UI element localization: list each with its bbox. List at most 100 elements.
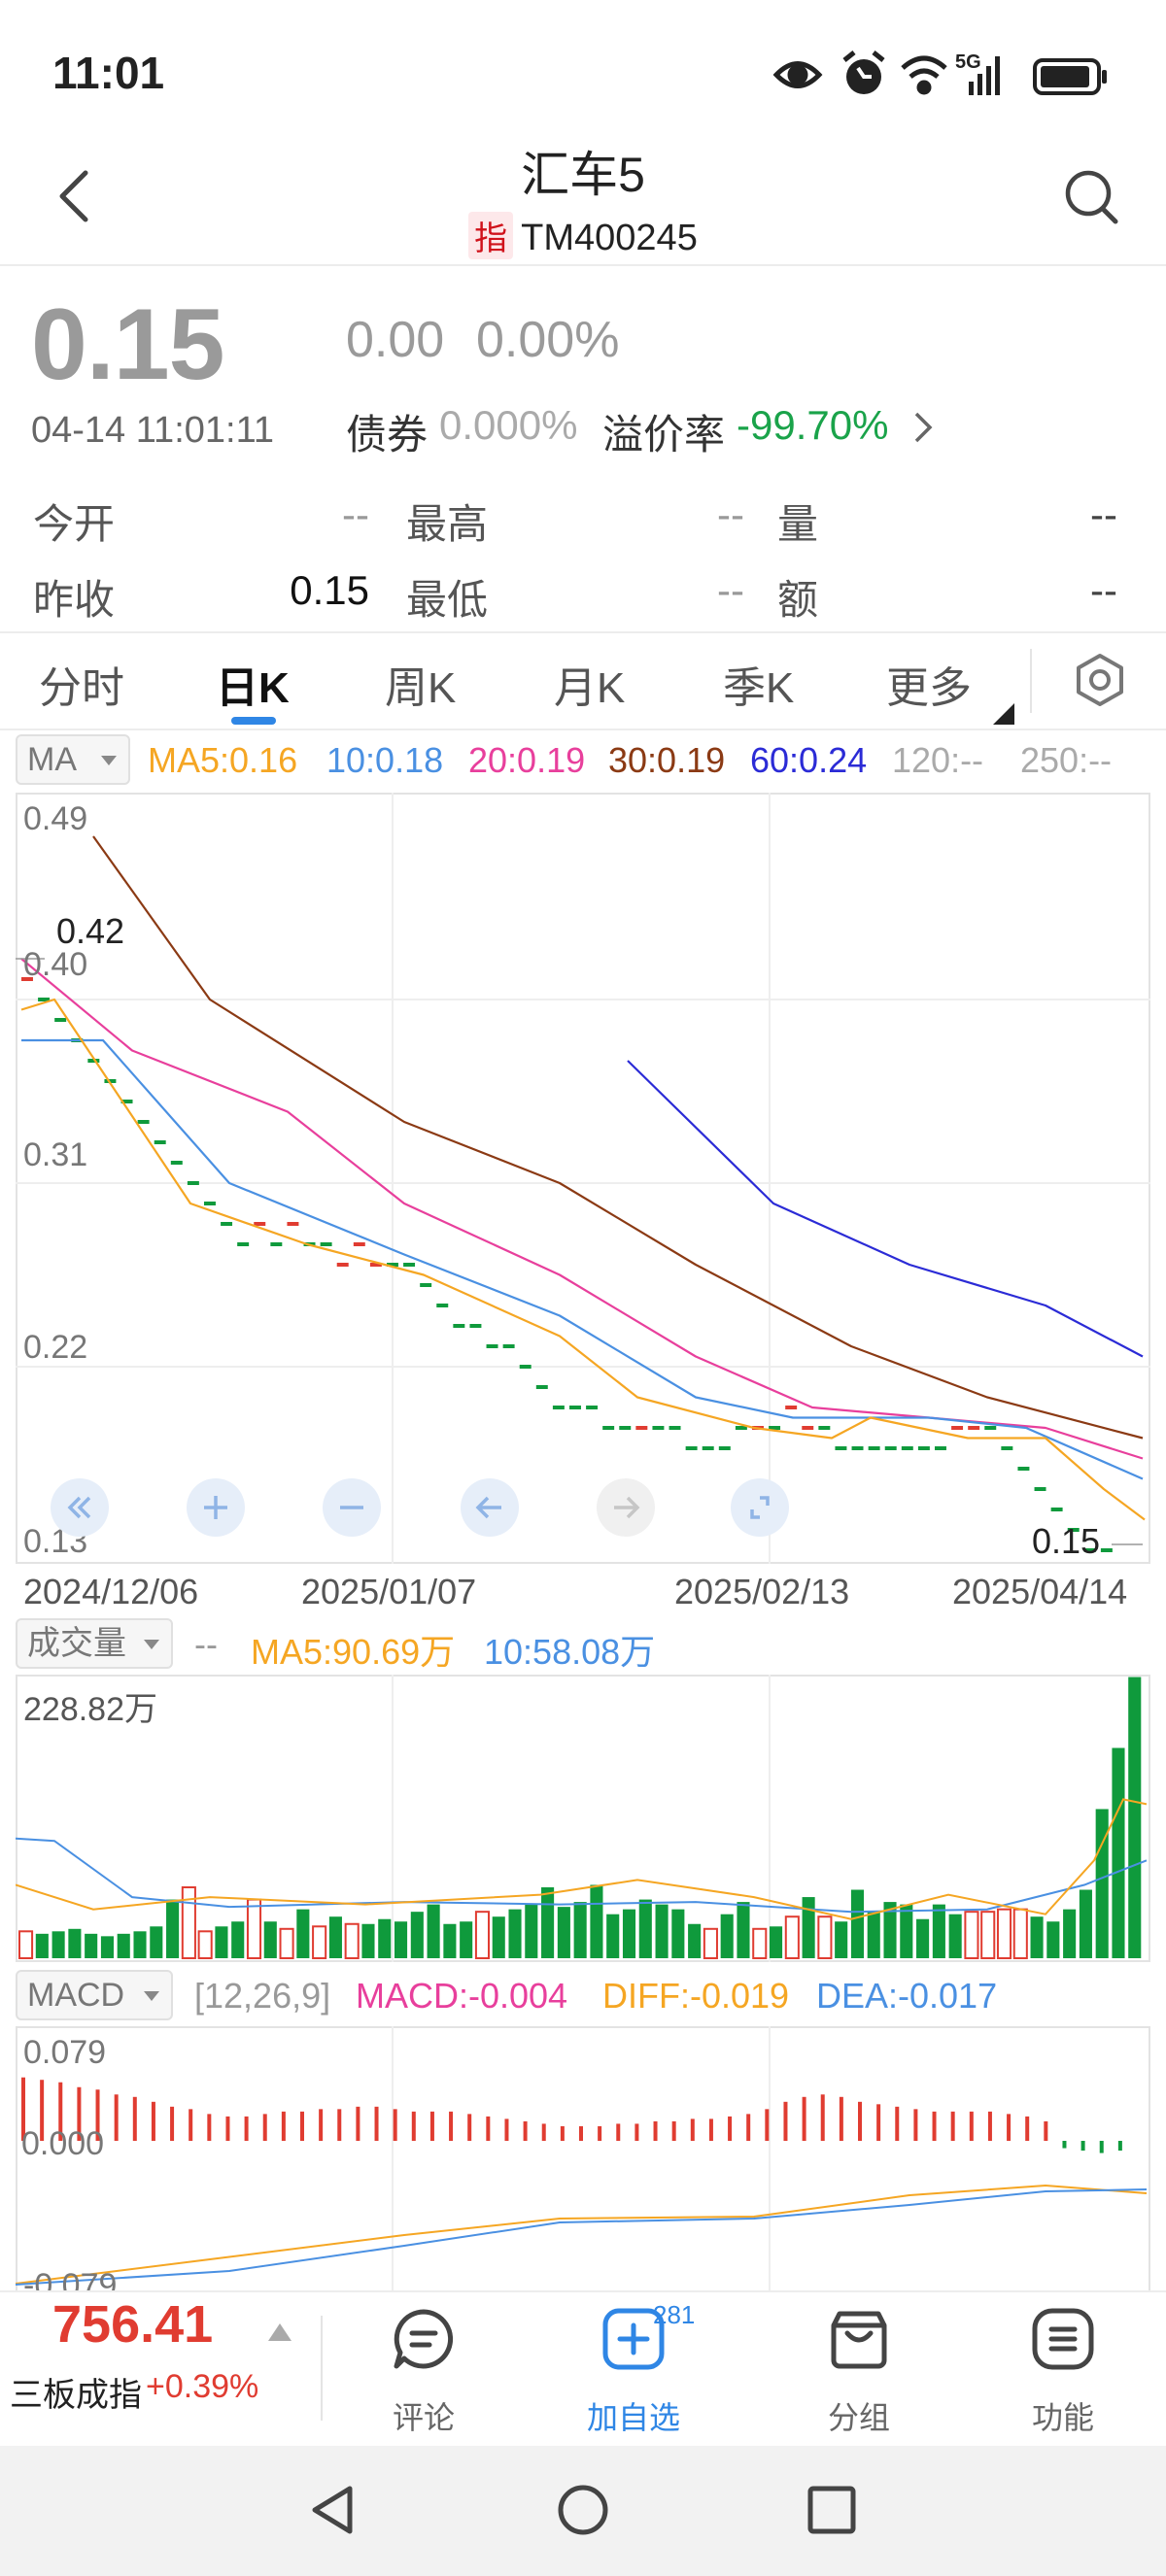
tab-weekly[interactable]: 周K xyxy=(385,653,456,715)
macd-bar xyxy=(1062,2141,1067,2149)
reset-zoom-button[interactable] xyxy=(731,1478,789,1537)
candle xyxy=(137,1120,150,1124)
open-label: 今开 xyxy=(33,501,116,547)
tab-more[interactable]: 更多 xyxy=(886,653,972,715)
macd-bar xyxy=(207,2114,212,2141)
open-value: -- xyxy=(342,491,369,537)
date-label-2: 2025/01/07 xyxy=(301,1572,477,1611)
macd-selector[interactable]: MACD xyxy=(16,1970,173,2020)
premium-value[interactable]: -99.70% xyxy=(737,402,888,449)
zoom-out-button[interactable] xyxy=(323,1478,381,1537)
volume-bar xyxy=(296,1909,310,1958)
macd-bar xyxy=(579,2125,583,2141)
candle xyxy=(320,1242,332,1246)
volume-bar xyxy=(1112,1747,1125,1958)
macd-bar xyxy=(802,2096,806,2141)
search-icon[interactable] xyxy=(1061,167,1119,225)
ma20-value: 20:0.19 xyxy=(468,740,586,780)
tab-monthly[interactable]: 月K xyxy=(554,653,625,715)
candle xyxy=(170,1161,183,1165)
nav-recents-icon[interactable] xyxy=(803,2481,861,2539)
volume-bar xyxy=(996,1908,1012,1960)
macd-chart[interactable] xyxy=(16,2026,1150,2290)
index-change: +0.39% xyxy=(146,2368,259,2405)
volume-bar xyxy=(427,1904,440,1958)
macd-bar xyxy=(356,2106,360,2141)
candle xyxy=(204,1202,216,1205)
nav-home-icon[interactable] xyxy=(554,2481,612,2539)
more-corner-icon xyxy=(993,703,1014,725)
volume-bar xyxy=(1030,1916,1044,1958)
candle xyxy=(1034,1487,1046,1491)
premium-label[interactable]: 溢价率 xyxy=(602,402,725,461)
group-label: 分组 xyxy=(827,2400,890,2435)
candle xyxy=(1100,1548,1113,1552)
volume-bar xyxy=(378,1918,392,1958)
volume-bar xyxy=(361,1923,375,1958)
volume-bar xyxy=(850,1889,865,1958)
scroll-start-button[interactable] xyxy=(51,1478,109,1537)
index-value[interactable]: 756.41 xyxy=(52,2294,213,2355)
macd-bar xyxy=(1080,2141,1085,2152)
macd-bar xyxy=(449,2111,454,2141)
settings-gear-icon[interactable] xyxy=(1073,653,1127,707)
volume-chart[interactable] xyxy=(16,1675,1150,1962)
candle xyxy=(353,1242,365,1246)
active-tab-indicator xyxy=(231,717,276,725)
candle xyxy=(935,1446,946,1450)
svg-text:5G: 5G xyxy=(955,51,981,73)
volume-bar xyxy=(1095,1809,1109,1958)
candle xyxy=(868,1446,880,1450)
volume-bar xyxy=(817,1915,833,1960)
candle xyxy=(1017,1467,1030,1471)
macd-bar xyxy=(839,2096,843,2141)
kline-y-label-3: 0.31 xyxy=(23,1136,88,1173)
volume-dash: -- xyxy=(194,1624,218,1664)
macd-bar xyxy=(393,2109,397,2141)
tab-daily[interactable]: 日K xyxy=(216,653,290,715)
candle xyxy=(685,1446,698,1450)
scroll-left-button[interactable] xyxy=(461,1478,519,1537)
zoom-in-button[interactable] xyxy=(187,1478,245,1537)
candle xyxy=(187,1181,199,1185)
candle xyxy=(586,1406,599,1409)
page-title: 汇车5 xyxy=(521,148,645,202)
scroll-right-button[interactable] xyxy=(597,1478,655,1537)
tab-quarterly[interactable]: 季K xyxy=(723,653,794,715)
macd-value: MACD:-0.004 xyxy=(356,1976,568,2016)
candle xyxy=(917,1446,930,1450)
low-value: -- xyxy=(717,567,744,613)
volume-ma5: MA5:90.69万 xyxy=(251,1632,456,1672)
price-change: 0.00 xyxy=(346,312,445,368)
nav-back-icon[interactable] xyxy=(305,2481,363,2539)
period-tabs: 分时 日K 周K 月K 季K 更多 xyxy=(0,633,1166,727)
macd-bar xyxy=(337,2109,342,2141)
candle xyxy=(901,1446,913,1450)
menu-icon xyxy=(1032,2308,1094,2370)
volume-selector[interactable]: 成交量 xyxy=(16,1618,173,1669)
volume-bar xyxy=(557,1907,570,1958)
volume-bar xyxy=(752,1927,768,1959)
prev-close-value: 0.15 xyxy=(290,567,369,613)
candle xyxy=(54,1018,67,1022)
kline-chart[interactable] xyxy=(16,793,1150,1564)
candle xyxy=(221,1222,233,1226)
macd-bar xyxy=(300,2111,304,2141)
candle xyxy=(420,1283,432,1287)
macd-bar xyxy=(114,2094,119,2141)
chevron-right-icon[interactable] xyxy=(909,408,938,447)
volume-bar xyxy=(197,1930,213,1960)
ma-selector[interactable]: MA xyxy=(16,734,130,785)
macd-bar xyxy=(170,2106,175,2141)
macd-bar xyxy=(969,2111,974,2141)
system-nav-bar xyxy=(0,2446,1166,2576)
candle xyxy=(403,1263,416,1267)
tab-intraday[interactable]: 分时 xyxy=(39,653,124,715)
macd-selector-label: MACD xyxy=(27,1977,125,2014)
volume-bar xyxy=(410,1912,424,1958)
ma5-value: MA5:0.16 xyxy=(148,740,298,780)
volume-bar xyxy=(492,1916,505,1958)
status-time: 11:01 xyxy=(52,48,165,98)
candle xyxy=(968,1426,980,1430)
index-name[interactable]: 三板成指 xyxy=(10,2368,142,2416)
